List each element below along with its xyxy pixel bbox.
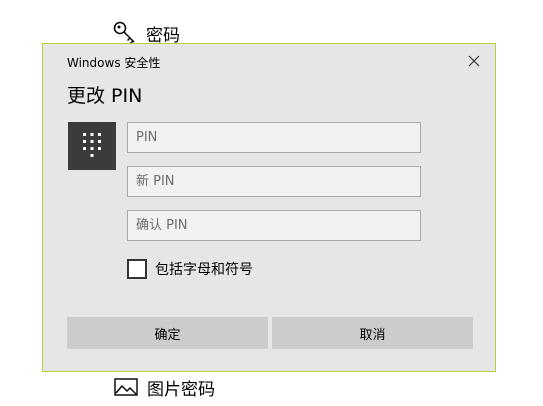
include-letters-label: 包括字母和符号 (155, 262, 253, 278)
change-pin-dialog: Windows 安全性 更改 PIN 包括字母和符号 确定 取消 (42, 43, 496, 372)
new-pin-input[interactable] (127, 166, 421, 197)
cancel-button[interactable]: 取消 (272, 317, 473, 349)
ok-button[interactable]: 确定 (67, 317, 268, 349)
close-button[interactable] (463, 50, 485, 72)
dialog-title: Windows 安全性 (67, 56, 161, 70)
pin-input[interactable] (127, 122, 421, 153)
confirm-pin-input[interactable] (127, 210, 421, 241)
close-icon (468, 55, 480, 67)
picture-password-setting[interactable]: 图片密码 (113, 374, 215, 400)
include-letters-checkbox[interactable] (127, 259, 147, 279)
password-label: 密码 (146, 25, 180, 46)
picture-icon (113, 374, 139, 400)
picture-password-label: 图片密码 (147, 379, 215, 400)
dialog-heading: 更改 PIN (67, 85, 143, 107)
keypad-icon (83, 133, 101, 157)
include-letters-option[interactable]: 包括字母和符号 (127, 259, 253, 279)
settings-page: 密码 Windows 安全性 更改 PIN 包括字母和符号 确定 取消 图片密码 (0, 0, 543, 406)
keypad-tile (68, 122, 116, 170)
